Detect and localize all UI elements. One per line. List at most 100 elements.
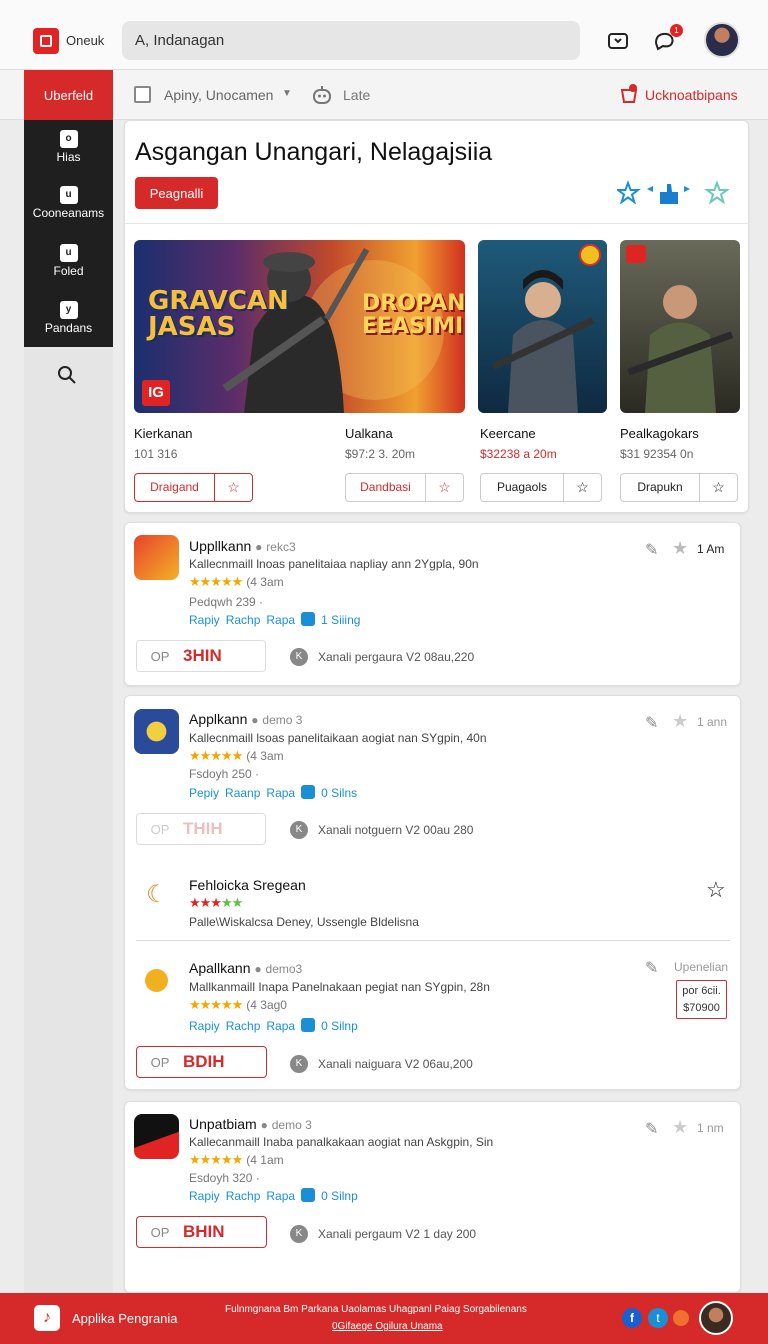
- folder-icon: u: [59, 244, 78, 262]
- pen-icon[interactable]: ✎: [645, 540, 658, 560]
- filter-checkbox[interactable]: [134, 86, 151, 103]
- filter-icon: y: [59, 301, 78, 319]
- pen-icon[interactable]: ✎: [645, 713, 658, 733]
- primary-button[interactable]: Peagnalli: [135, 177, 218, 209]
- sidebar-active-tab[interactable]: Uberfeld: [24, 70, 113, 120]
- home-icon: o: [59, 130, 78, 148]
- reply-link[interactable]: Rapa: [266, 1019, 295, 1033]
- pen-icon[interactable]: ✎: [645, 958, 658, 978]
- price-box: por 6cii. $70900: [676, 980, 727, 1019]
- star-icon[interactable]: ★: [672, 1117, 688, 1138]
- tv-badge-icon: [626, 245, 646, 263]
- reply-link[interactable]: Rapa: [266, 1189, 295, 1203]
- notifications-link[interactable]: Ucknoatbipans: [645, 87, 738, 103]
- k-icon: K: [290, 1055, 308, 1073]
- star-icon[interactable]: ★: [672, 538, 688, 559]
- game-badge-icon: [579, 244, 601, 266]
- sidebar: o Hias u Cooneanams u Foled y Pandans: [24, 120, 113, 347]
- footer: ♪ Applika Pengrania Fulnmgnana Bm Parkan…: [0, 1293, 768, 1344]
- robot-icon[interactable]: [311, 84, 333, 106]
- search-input[interactable]: [122, 21, 580, 60]
- pen-icon[interactable]: ✎: [645, 1119, 658, 1139]
- star-icon[interactable]: ☆: [214, 474, 252, 501]
- app-icon[interactable]: [134, 709, 179, 754]
- review-meta: Fsdoyh 250 ·: [189, 767, 260, 781]
- sidebar-item-foled[interactable]: u Foled: [24, 244, 113, 278]
- app-icon[interactable]: [134, 958, 179, 1003]
- review-desc: Kallecnmaill lnoas panelitaiaa napliay a…: [189, 557, 479, 571]
- reply-link[interactable]: Raanp: [225, 786, 260, 800]
- star-rating: ★★★: [189, 895, 222, 910]
- featured-game-image[interactable]: GRAVCAN JASAS DROPAN EEASIMI! IG: [134, 240, 465, 413]
- divider: [124, 223, 749, 224]
- review-title: Unpatbiam ● demo 3: [189, 1116, 312, 1132]
- install-button[interactable]: OP BDIH: [136, 1046, 267, 1078]
- share-icon[interactable]: [673, 1310, 689, 1326]
- app-icon[interactable]: [134, 535, 179, 580]
- k-icon: K: [290, 1225, 308, 1243]
- install-button[interactable]: OP THIH: [136, 813, 266, 845]
- search-icon[interactable]: [56, 364, 78, 386]
- rating: ★★★★★ (4 3am: [189, 748, 284, 763]
- facebook-icon[interactable]: f: [622, 1308, 642, 1328]
- game-price: $31 92354 0n: [620, 447, 694, 461]
- tv-icon[interactable]: [603, 26, 633, 56]
- footer-links[interactable]: Fulnmgnana Bm Parkana Uaolamas Uhagpanl …: [225, 1304, 527, 1315]
- install-button[interactable]: OP BHIN: [136, 1216, 267, 1248]
- footer-app-name: Applika Pengrania: [72, 1311, 178, 1326]
- game-name: Kierkanan: [134, 426, 193, 441]
- game-price: 101 316: [134, 447, 178, 461]
- user-icon: u: [59, 186, 78, 204]
- late-filter[interactable]: Late: [343, 87, 370, 103]
- alert-icon[interactable]: [618, 83, 640, 105]
- game-action-button[interactable]: Drapukn ☆: [620, 473, 738, 502]
- reply-link[interactable]: Pepiy: [189, 786, 219, 800]
- star-icon[interactable]: ☆: [425, 474, 463, 501]
- reply-link[interactable]: Rapa: [266, 613, 295, 627]
- sidebar-item-hias[interactable]: o Hias: [24, 130, 113, 164]
- chevron-down-icon[interactable]: ▼: [282, 88, 292, 99]
- star-icon[interactable]: ☆: [563, 474, 601, 501]
- reply-link[interactable]: Rachp: [226, 1019, 261, 1033]
- game-price: $32238 a 20m: [480, 447, 557, 461]
- avatar[interactable]: [704, 22, 740, 58]
- rating: ★★★★★: [189, 895, 243, 910]
- reply-link[interactable]: Rapiy: [189, 613, 220, 627]
- install-button[interactable]: OP 3HIN: [136, 640, 266, 672]
- reply-link[interactable]: Rapiy: [189, 1189, 220, 1203]
- reply-link[interactable]: Rachp: [226, 1189, 261, 1203]
- game-action-button[interactable]: Dandbasi ☆: [345, 473, 464, 502]
- reply-link[interactable]: Rapa: [266, 786, 295, 800]
- tag-icon: ●: [254, 962, 262, 976]
- reply-link[interactable]: Rachp: [226, 613, 261, 627]
- music-icon[interactable]: ♪: [34, 1305, 60, 1331]
- twitter-icon[interactable]: t: [648, 1308, 668, 1328]
- game-image-4[interactable]: [620, 240, 740, 413]
- review-time: 1 nm: [697, 1121, 724, 1135]
- app-icon[interactable]: [134, 1114, 179, 1159]
- filter-dropdown[interactable]: Apiny, Unocamen: [164, 87, 273, 103]
- game-image-3[interactable]: [478, 240, 607, 413]
- reply-link[interactable]: Rapiy: [189, 1019, 220, 1033]
- game-badge: IG: [142, 380, 170, 406]
- game-action-button[interactable]: Draigand ☆: [134, 473, 253, 502]
- star-outline-icon: [615, 180, 641, 205]
- featured-review-desc: Palle\Wiskalcsa Deney, Ussengle Bldelisn…: [189, 915, 419, 929]
- star-rating: ★★★★★: [189, 748, 243, 763]
- footer-avatar[interactable]: [699, 1301, 733, 1335]
- star-outline-icon[interactable]: ☆: [706, 877, 726, 903]
- star-rating: ★★★★★: [189, 997, 243, 1012]
- rating: ★★★★★ (4 3ag0: [189, 997, 287, 1012]
- brand-logo-icon[interactable]: [33, 28, 59, 54]
- rating: ★★★★★ (4 3am: [189, 574, 284, 589]
- star-icon[interactable]: ☆: [699, 474, 737, 501]
- game-action-button[interactable]: Puagaols ☆: [480, 473, 602, 502]
- star-icon[interactable]: ★: [672, 711, 688, 732]
- sidebar-item-cooneanams[interactable]: u Cooneanams: [24, 186, 113, 220]
- tag-icon: ●: [255, 540, 263, 554]
- sidebar-item-pandans[interactable]: y Pandans: [24, 301, 113, 335]
- moon-icon: ☾: [146, 881, 168, 908]
- comment-icon: [301, 785, 316, 799]
- review-title: Uppllkann ● rekc3: [189, 538, 296, 554]
- footer-links-2[interactable]: 0Gifaege Ogilura Unama: [332, 1321, 443, 1332]
